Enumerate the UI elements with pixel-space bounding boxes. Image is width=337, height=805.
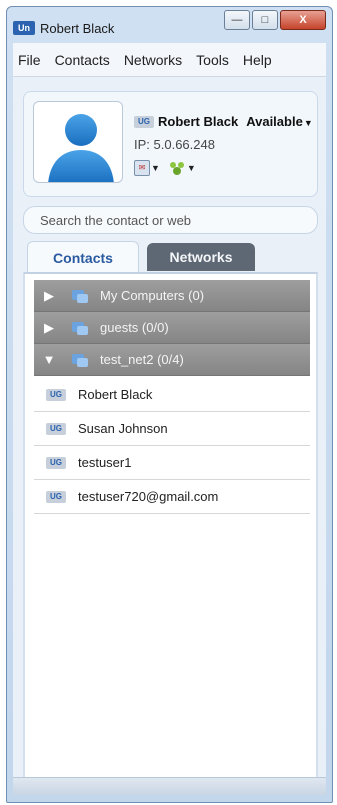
ug-user-badge-icon: UG <box>46 422 66 435</box>
contact-list: ▶ My Computers (0) ▶ guests (0/0) ▼ test… <box>23 272 318 780</box>
ug-user-badge-icon: UG <box>134 115 154 128</box>
minimize-button[interactable]: — <box>224 10 250 30</box>
search-input[interactable]: Search the contact or web <box>23 206 318 234</box>
group-label: guests (0/0) <box>100 320 169 335</box>
app-window: Un Robert Black — □ X File Contacts Netw… <box>6 6 333 803</box>
status-label: Available <box>246 114 303 129</box>
client-area: File Contacts Networks Tools Help UG Rob… <box>13 43 326 795</box>
status-bar <box>13 777 326 795</box>
menu-help[interactable]: Help <box>243 52 272 68</box>
menu-tools[interactable]: Tools <box>196 52 229 68</box>
group-row-guests[interactable]: ▶ guests (0/0) <box>34 312 310 344</box>
close-button[interactable]: X <box>280 10 326 30</box>
group-row-test-net2[interactable]: ▼ test_net2 (0/4) <box>34 344 310 376</box>
contact-name: testuser720@gmail.com <box>78 489 219 504</box>
window-title: Robert Black <box>40 21 115 36</box>
title-bar[interactable]: Un Robert Black — □ X <box>7 7 332 43</box>
buddies-tool-icon <box>169 162 184 175</box>
app-logo-icon: Un <box>13 21 35 35</box>
network-group-icon <box>72 353 88 367</box>
avatar[interactable] <box>33 101 123 183</box>
contact-row[interactable]: UG testuser1 <box>34 446 310 480</box>
network-group-icon <box>72 289 88 303</box>
menu-file[interactable]: File <box>18 52 41 68</box>
menu-networks[interactable]: Networks <box>124 52 182 68</box>
profile-tools: ✉ ▼ ▼ <box>134 160 204 176</box>
tab-networks[interactable]: Networks <box>147 243 255 271</box>
maximize-button[interactable]: □ <box>252 10 278 30</box>
status-dropdown[interactable]: Available▼ <box>246 114 313 129</box>
contact-row[interactable]: UG Susan Johnson <box>34 412 310 446</box>
messaging-tool-button[interactable]: ✉ ▼ <box>134 160 160 176</box>
window-controls: — □ X <box>222 10 326 34</box>
tab-bar: Contacts Networks <box>23 241 318 273</box>
expand-arrow-icon[interactable]: ▶ <box>34 288 64 304</box>
ug-user-badge-icon: UG <box>46 456 66 469</box>
profile-ip: IP: 5.0.66.248 <box>134 137 215 152</box>
ug-user-badge-icon: UG <box>46 388 66 401</box>
contact-name: Susan Johnson <box>78 421 168 436</box>
chevron-down-icon: ▼ <box>151 163 160 173</box>
expand-arrow-icon[interactable]: ▶ <box>34 320 64 336</box>
profile-name: Robert Black <box>158 114 239 129</box>
contact-row[interactable]: UG testuser720@gmail.com <box>34 480 310 514</box>
profile-name-row: UG Robert Black Available▼ <box>134 114 313 129</box>
messaging-tool-icon: ✉ <box>134 160 150 176</box>
buddies-tool-button[interactable]: ▼ <box>168 160 196 176</box>
ug-user-badge-icon: UG <box>46 490 66 503</box>
contact-name: Robert Black <box>78 387 153 402</box>
tab-contacts[interactable]: Contacts <box>27 241 139 273</box>
contact-row[interactable]: UG Robert Black <box>34 378 310 412</box>
contact-name: testuser1 <box>78 455 132 470</box>
group-row-my-computers[interactable]: ▶ My Computers (0) <box>34 280 310 312</box>
menu-bar: File Contacts Networks Tools Help <box>13 43 326 77</box>
collapse-arrow-icon[interactable]: ▼ <box>34 352 64 367</box>
network-group-icon <box>72 321 88 335</box>
profile-card: UG Robert Black Available▼ IP: 5.0.66.24… <box>23 91 318 197</box>
chevron-down-icon: ▼ <box>186 163 196 173</box>
group-label: My Computers (0) <box>100 288 205 303</box>
menu-contacts[interactable]: Contacts <box>55 52 110 68</box>
group-label: test_net2 (0/4) <box>100 352 184 367</box>
chevron-down-icon: ▼ <box>303 118 313 128</box>
user-silhouette-icon <box>48 114 114 182</box>
